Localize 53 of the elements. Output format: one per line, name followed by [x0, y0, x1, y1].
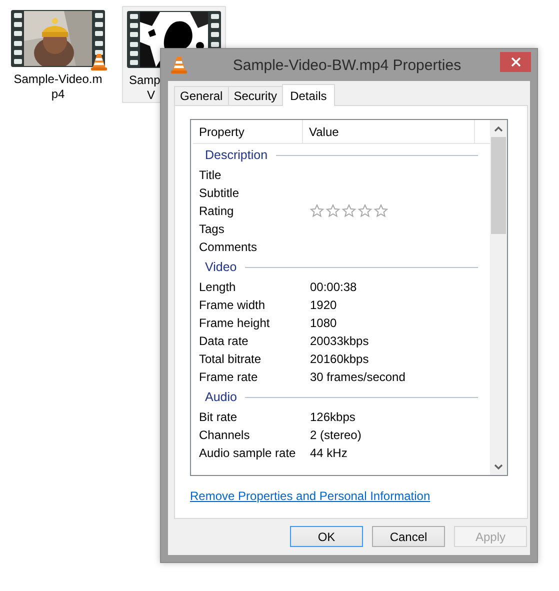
- traffic-cone-icon: [171, 56, 187, 74]
- property-name: Bit rate: [199, 410, 238, 424]
- remove-properties-link[interactable]: Remove Properties and Personal Information: [190, 489, 430, 503]
- scroll-up-icon[interactable]: [494, 126, 503, 132]
- star-icon[interactable]: [342, 204, 356, 218]
- close-button[interactable]: [500, 52, 531, 72]
- property-name: Frame rate: [199, 370, 259, 384]
- property-value: 1920: [310, 298, 337, 312]
- property-name: Frame height: [199, 316, 271, 330]
- close-icon[interactable]: [510, 57, 520, 67]
- desktop-icon[interactable]: Sample-Video.m p4: [6, 6, 110, 103]
- property-name: Frame width: [199, 298, 266, 312]
- property-name: Rating: [199, 204, 235, 218]
- property-value: 20033kbps: [310, 334, 369, 348]
- file-name: Samp: [129, 73, 160, 88]
- property-name: Audio sample rate: [199, 446, 297, 460]
- property-name: Comments: [199, 240, 258, 254]
- property-name: Total bitrate: [199, 352, 262, 366]
- property-value: 126kbps: [310, 410, 356, 424]
- property-name: Tags: [199, 222, 226, 236]
- column-header[interactable]: Value: [303, 120, 475, 143]
- tab[interactable]: Security: [228, 86, 284, 105]
- scrollbar-thumb[interactable]: [491, 137, 506, 234]
- property-name: Title: [199, 168, 222, 182]
- file-name: Sample-Video.m: [14, 72, 102, 87]
- file-name: V: [147, 88, 156, 103]
- window-title: Sample-Video-BW.mp4 Properties: [232, 56, 462, 74]
- property-name: Data rate: [199, 334, 250, 348]
- property-value: 20160kbps: [310, 352, 369, 366]
- tab[interactable]: Details: [282, 84, 335, 106]
- dialog-button[interactable]: OK: [290, 526, 363, 547]
- file-name: p4: [51, 87, 65, 102]
- star-icon[interactable]: [310, 204, 324, 218]
- property-value: 1080: [310, 316, 337, 330]
- scrollbar[interactable]: [490, 120, 507, 475]
- star-icon[interactable]: [358, 204, 372, 218]
- section-heading: Description: [205, 148, 268, 162]
- section-heading: Video: [205, 260, 237, 274]
- property-name: Length: [199, 280, 237, 294]
- scroll-down-icon[interactable]: [494, 464, 503, 470]
- property-name: Subtitle: [199, 186, 240, 200]
- property-value: 30 frames/second: [310, 370, 406, 384]
- column-header[interactable]: Property: [193, 120, 303, 143]
- traffic-cone-icon: [91, 53, 107, 71]
- tab[interactable]: General: [174, 86, 229, 105]
- star-icon[interactable]: [374, 204, 388, 218]
- property-value: 00:00:38: [310, 280, 357, 294]
- property-value: 44 kHz: [310, 446, 348, 460]
- property-name: Channels: [199, 428, 251, 442]
- property-value: 2 (stereo): [310, 428, 362, 442]
- dialog-button[interactable]: Cancel: [372, 526, 445, 547]
- section-heading: Audio: [205, 390, 237, 404]
- star-icon[interactable]: [326, 204, 340, 218]
